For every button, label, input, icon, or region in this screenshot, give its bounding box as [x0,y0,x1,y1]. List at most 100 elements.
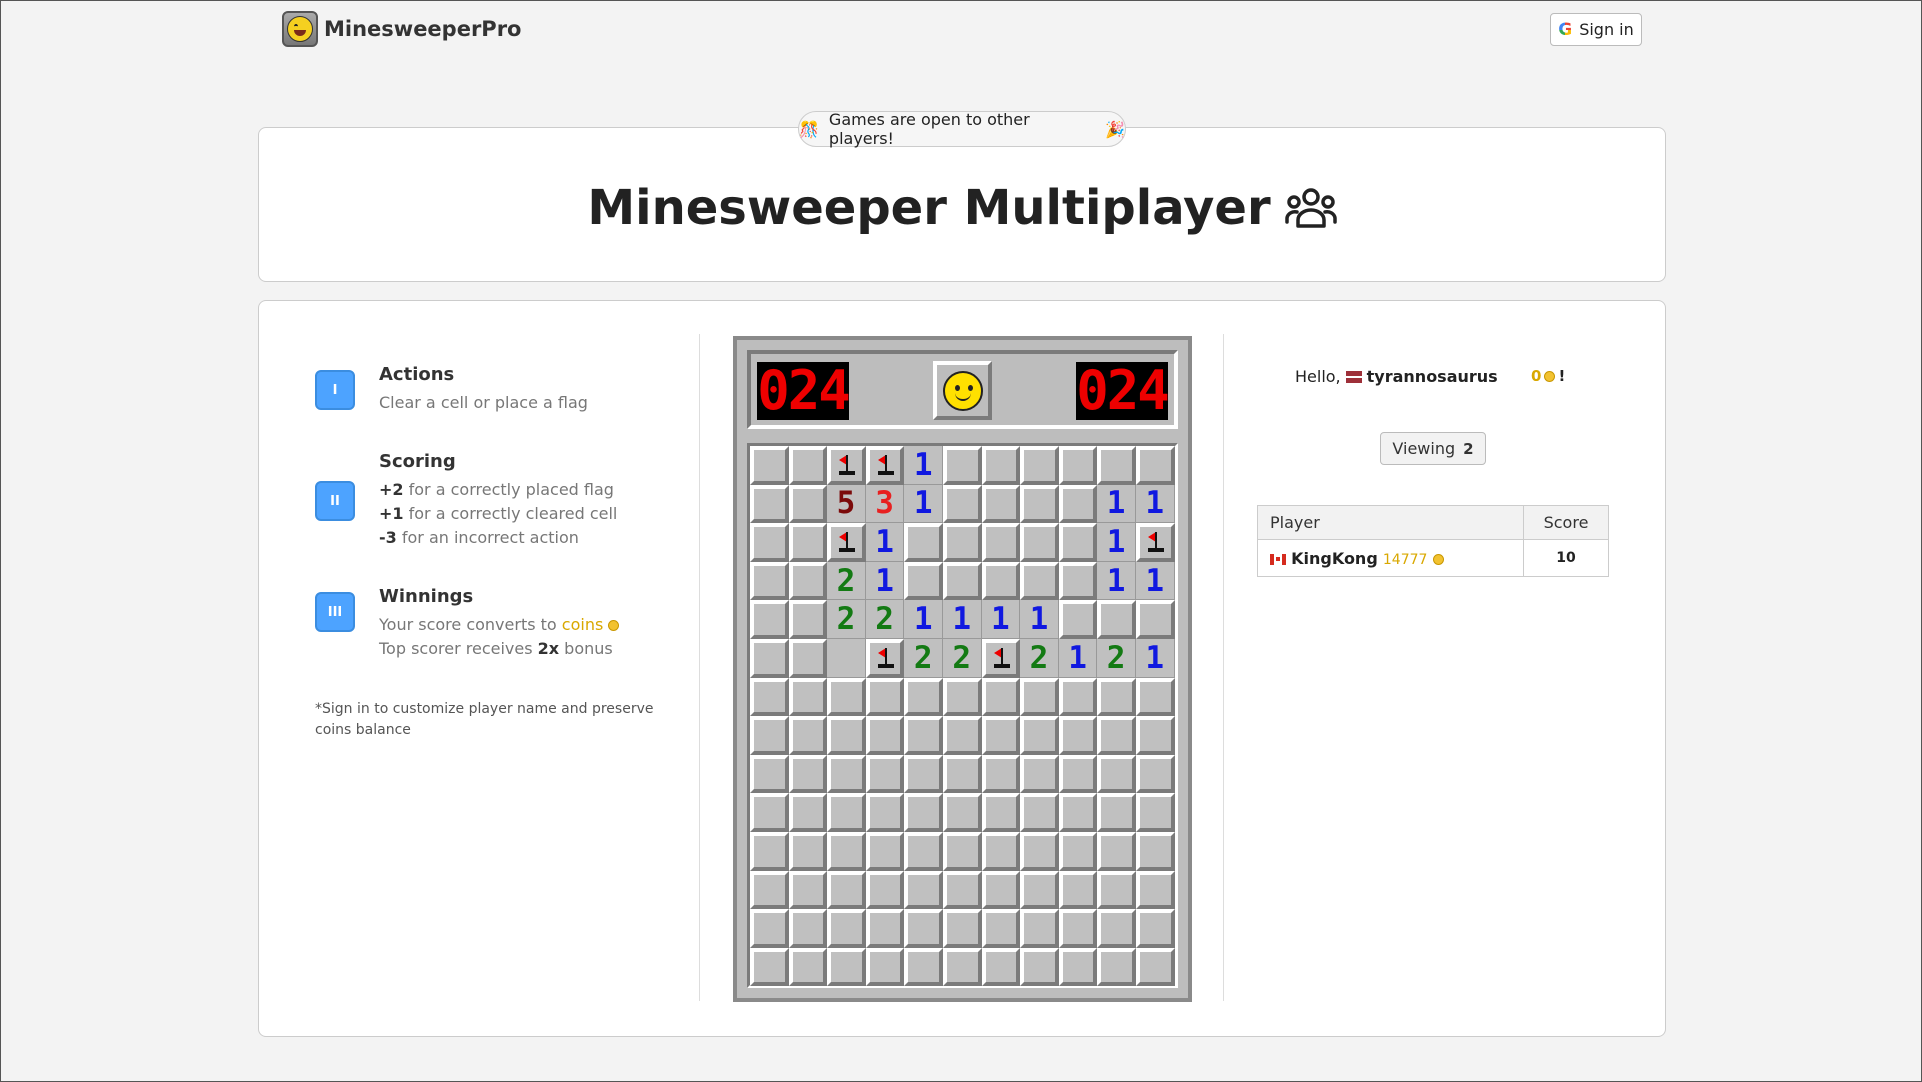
closed-cell[interactable] [1135,793,1175,832]
closed-cell[interactable] [1058,870,1098,910]
closed-cell[interactable] [827,793,866,832]
revealed-cell[interactable]: 2 [1097,638,1136,678]
closed-cell[interactable] [788,716,828,755]
closed-cell[interactable] [1020,677,1059,717]
closed-cell[interactable] [981,716,1021,755]
closed-cell[interactable] [1020,793,1059,832]
closed-cell[interactable] [942,561,982,601]
closed-cell[interactable] [1097,947,1136,987]
closed-cell[interactable] [904,793,943,832]
closed-cell[interactable] [981,947,1021,987]
closed-cell[interactable] [942,793,982,832]
closed-cell[interactable] [904,561,943,601]
closed-cell[interactable] [1058,600,1098,639]
revealed-cell[interactable]: 1 [1020,600,1059,639]
flagged-cell[interactable] [981,638,1021,678]
closed-cell[interactable] [1135,870,1175,910]
closed-cell[interactable] [904,947,943,987]
closed-cell[interactable] [1097,793,1136,832]
closed-cell[interactable] [1020,870,1059,910]
revealed-cell[interactable]: 1 [1135,561,1175,601]
closed-cell[interactable] [1058,909,1098,948]
closed-cell[interactable] [1020,561,1059,601]
closed-cell[interactable] [1058,754,1098,794]
closed-cell[interactable] [942,677,982,717]
closed-cell[interactable] [827,716,866,755]
closed-cell[interactable] [750,909,789,948]
closed-cell[interactable] [827,947,866,987]
revealed-cell[interactable]: 1 [1135,484,1175,524]
revealed-cell[interactable]: 2 [942,638,982,678]
closed-cell[interactable] [1135,754,1175,794]
closed-cell[interactable] [904,831,943,871]
closed-cell[interactable] [1097,446,1136,485]
closed-cell[interactable] [981,831,1021,871]
closed-cell[interactable] [827,677,866,717]
closed-cell[interactable] [1097,716,1136,755]
closed-cell[interactable] [750,638,789,678]
closed-cell[interactable] [1058,561,1098,601]
closed-cell[interactable] [788,523,828,562]
closed-cell[interactable] [788,909,828,948]
flagged-cell[interactable] [865,446,905,485]
closed-cell[interactable] [981,754,1021,794]
sign-in-button[interactable]: G Sign in [1550,13,1642,46]
closed-cell[interactable] [942,870,982,910]
closed-cell[interactable] [1020,831,1059,871]
closed-cell[interactable] [827,754,866,794]
closed-cell[interactable] [788,561,828,601]
closed-cell[interactable] [1058,831,1098,871]
closed-cell[interactable] [750,870,789,910]
closed-cell[interactable] [1135,600,1175,639]
revealed-cell[interactable]: 2 [827,561,866,601]
closed-cell[interactable] [750,677,789,717]
flagged-cell[interactable] [1135,523,1175,562]
revealed-cell[interactable]: 2 [904,638,943,678]
closed-cell[interactable] [788,638,828,678]
closed-cell[interactable] [750,947,789,987]
closed-cell[interactable] [1058,947,1098,987]
closed-cell[interactable] [942,754,982,794]
closed-cell[interactable] [1058,793,1098,832]
closed-cell[interactable] [981,677,1021,717]
revealed-cell[interactable] [827,638,866,678]
closed-cell[interactable] [981,909,1021,948]
closed-cell[interactable] [788,677,828,717]
closed-cell[interactable] [750,561,789,601]
revealed-cell[interactable]: 2 [827,600,866,639]
reset-game-button[interactable] [933,361,992,420]
closed-cell[interactable] [942,716,982,755]
closed-cell[interactable] [904,870,943,910]
closed-cell[interactable] [1058,677,1098,717]
closed-cell[interactable] [904,677,943,717]
revealed-cell[interactable]: 1 [904,446,943,485]
closed-cell[interactable] [750,754,789,794]
closed-cell[interactable] [1020,909,1059,948]
closed-cell[interactable] [865,831,905,871]
revealed-cell[interactable]: 1 [904,600,943,639]
closed-cell[interactable] [1135,909,1175,948]
closed-cell[interactable] [942,947,982,987]
closed-cell[interactable] [788,947,828,987]
closed-cell[interactable] [1058,716,1098,755]
revealed-cell[interactable]: 1 [1097,484,1136,524]
closed-cell[interactable] [981,523,1021,562]
closed-cell[interactable] [1020,716,1059,755]
closed-cell[interactable] [865,947,905,987]
closed-cell[interactable] [942,484,982,524]
closed-cell[interactable] [1135,831,1175,871]
closed-cell[interactable] [942,523,982,562]
closed-cell[interactable] [788,600,828,639]
closed-cell[interactable] [750,446,789,485]
closed-cell[interactable] [1097,870,1136,910]
closed-cell[interactable] [788,754,828,794]
closed-cell[interactable] [1135,716,1175,755]
closed-cell[interactable] [865,754,905,794]
closed-cell[interactable] [1020,446,1059,485]
closed-cell[interactable] [1058,446,1098,485]
closed-cell[interactable] [788,793,828,832]
closed-cell[interactable] [827,870,866,910]
closed-cell[interactable] [865,793,905,832]
closed-cell[interactable] [981,446,1021,485]
closed-cell[interactable] [788,446,828,485]
